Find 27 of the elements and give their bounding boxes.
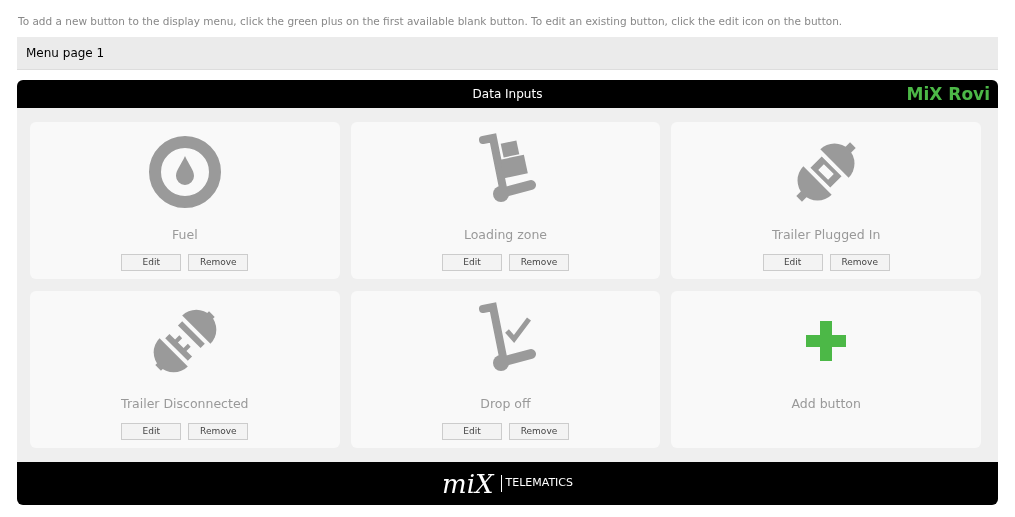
button-label: Trailer Plugged In	[771, 226, 881, 244]
edit-button[interactable]: Edit	[121, 422, 182, 440]
instruction-text: To add a new button to the display menu, click the green plus on the first available blank button. To edit an existing button, click the edit icon on the button.	[17, 14, 844, 29]
menu-button-card[interactable]: Drop off Edit Remove	[350, 291, 661, 448]
edit-button[interactable]: Edit	[762, 253, 823, 271]
menu-button-card[interactable]: Trailer Disconnected Edit Remove	[30, 291, 340, 448]
brand-label: MiX Rovi	[906, 83, 990, 106]
edit-button[interactable]: Edit	[442, 422, 502, 440]
button-label: Drop off	[480, 395, 531, 413]
logo-text: TELEMATICS	[501, 475, 573, 492]
remove-button[interactable]: Remove	[188, 422, 249, 440]
button-label: Fuel	[172, 226, 198, 244]
panel-title: Data Inputs	[472, 86, 543, 103]
logo-mark: miX	[442, 470, 494, 497]
remove-button[interactable]: Remove	[188, 253, 249, 271]
menu-button-card[interactable]: Trailer Plugged In Edit Remove	[671, 122, 981, 279]
edit-button[interactable]: Edit	[442, 253, 502, 271]
remove-button[interactable]: Remove	[829, 253, 890, 271]
remove-button[interactable]: Remove	[509, 422, 569, 440]
menu-button-card[interactable]: Loading zone Edit Remove	[350, 122, 661, 279]
remove-button[interactable]: Remove	[509, 253, 569, 271]
menu-button-card[interactable]: Fuel Edit Remove	[30, 122, 340, 279]
button-label: Add button	[791, 395, 861, 413]
edit-button[interactable]: Edit	[121, 253, 182, 271]
button-label: Loading zone	[463, 226, 548, 244]
button-label: Trailer Disconnected	[121, 395, 249, 413]
menu-page-title: Menu page 1	[26, 45, 105, 62]
